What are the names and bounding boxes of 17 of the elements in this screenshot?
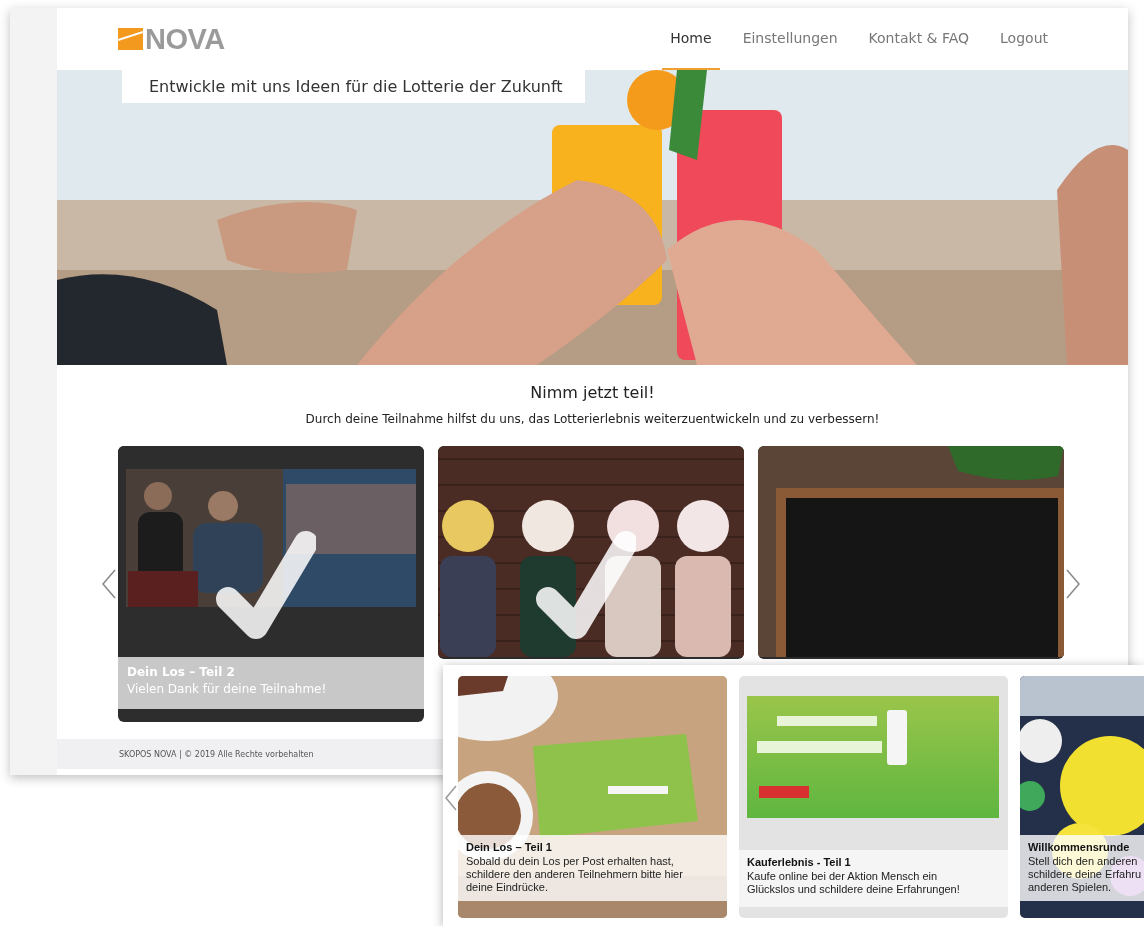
card-description: Kaufe online bei der Aktion Mensch ein Glückslos und schildere deine Erfahrungen!	[747, 870, 961, 896]
card-description: Sobald du dein Los per Post erhalten hast, schildere den anderen Teilnehmern bitte hier deine Eindrücke.	[466, 855, 684, 894]
card-title: Willkommensrunde	[1028, 841, 1131, 853]
section-title: Nimm jetzt teil!	[530, 383, 655, 402]
nav-link[interactable]: Einstellungen	[734, 8, 846, 70]
card-description: Stell dich den anderen schildere deine Erfahru anderen Spielen.	[1028, 855, 1143, 894]
survey-card[interactable]: Kauferlebnis - Teil 1 Kaufe online bei der Aktion Mensch ein Glückslos und schildere deine Erfahrungen!	[739, 676, 1008, 918]
hero-tagline: Entwickle mit uns Ideen für die Lotterie der Zukunft	[122, 70, 585, 103]
section-text: Durch deine Teilnahme hilfst du uns, das Lotterierlebnis weiterzuentwickeln und zu verbessern!	[305, 412, 880, 426]
logo-text: NOVA	[145, 22, 225, 56]
nav-link[interactable]: Logout	[992, 8, 1056, 70]
card-title: Dein Los – Teil 1	[466, 841, 553, 853]
logo-icon	[118, 28, 143, 50]
nav-link[interactable]: Kontakt & FAQ	[860, 8, 978, 70]
survey-card[interactable]: Willkommensrunde Stell dich den anderen schildere deine Erfahru anderen Spielen.	[1020, 676, 1144, 918]
survey-card[interactable]: Dein Los – Teil 1 Sobald du dein Los per Post erhalten hast, schildere den anderen Teilnehmern bitte hier deine Eindrücke.	[458, 676, 727, 918]
card-title: Kauferlebnis - Teil 1	[747, 856, 852, 868]
